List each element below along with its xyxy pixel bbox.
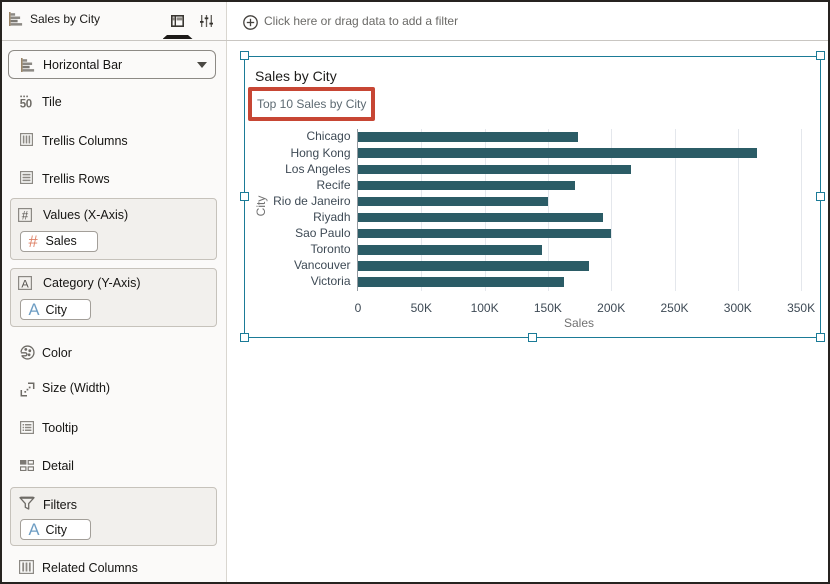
svg-text:#: # — [22, 210, 29, 222]
svg-text:A: A — [21, 278, 29, 290]
svg-text:50: 50 — [20, 98, 32, 108]
